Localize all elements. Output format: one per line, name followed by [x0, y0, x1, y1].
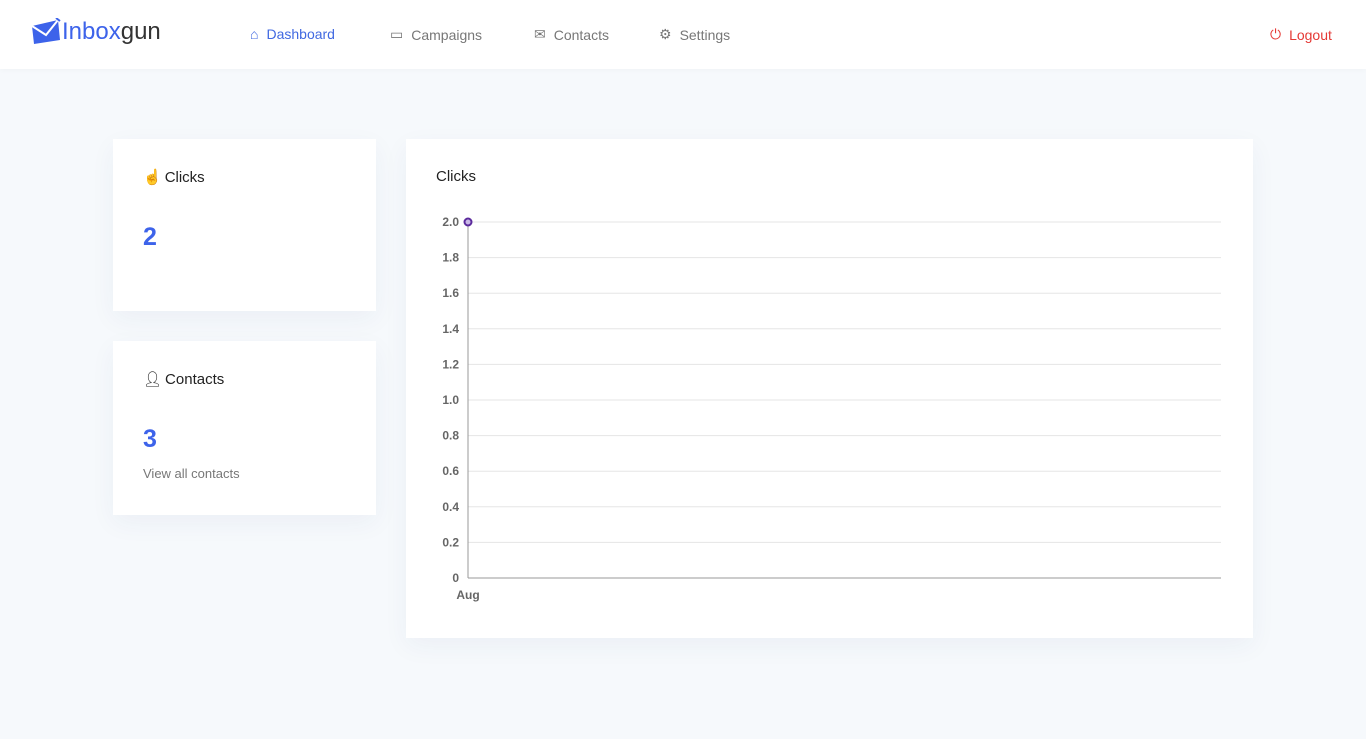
x-tick-label: Aug — [456, 588, 479, 602]
home-icon: ⌂ — [250, 26, 259, 42]
logo[interactable]: Inbox gun — [30, 18, 161, 46]
y-tick-label: 2.0 — [442, 215, 459, 229]
clicks-card-title: Clicks — [164, 168, 205, 186]
y-tick-label: 0.2 — [442, 535, 459, 549]
inbox-icon: ▭ — [390, 26, 404, 42]
contacts-card: 👤︎ Contacts 3 View all contacts — [113, 341, 376, 515]
power-icon: ⏻ — [1270, 26, 1282, 42]
y-tick-label: 1.0 — [442, 393, 459, 407]
clicks-chart: 0 0.2 0.4 0.6 0.8 1.0 1.2 1.4 1.6 1.8 2.0 Aug — [442, 215, 1221, 602]
clicks-chart-card: Clicks 0 0.2 0.4 0.6 0.8 1.0 1.2 1.4 1.6 1.8 2.0 Au… — [406, 139, 1253, 638]
y-tick-label: 1.8 — [442, 251, 459, 265]
envelope-icon: ✉ — [534, 26, 546, 42]
y-tick-label: 0 — [452, 571, 459, 585]
pointer-hand-icon: ☝ — [143, 169, 162, 186]
nav-dashboard-label: Dashboard — [266, 26, 335, 42]
logout-label: Logout — [1289, 26, 1332, 43]
envelope-logo-icon — [31, 18, 61, 44]
brand-part2: gun — [120, 18, 161, 45]
y-tick-label: 0.6 — [442, 464, 459, 478]
y-tick-label: 0.4 — [442, 500, 459, 514]
data-point — [463, 217, 473, 227]
navbar: Inbox gun ⌂ Dashboard ▭ Campaigns ✉ Contacts… — [0, 0, 1366, 69]
y-tick-label: 0.8 — [442, 429, 459, 443]
logout-button[interactable]: ⏻ Logout — [1270, 26, 1332, 43]
clicks-card: ☝ Clicks 2 — [113, 139, 376, 311]
nav-contacts[interactable]: ✉ Contacts — [534, 26, 609, 43]
clicks-count: 2 — [143, 223, 157, 251]
nav-campaigns-label: Campaigns — [411, 26, 483, 43]
gear-icon: ⚙ — [659, 26, 672, 42]
y-tick-label: 1.2 — [442, 357, 459, 371]
y-tick-label: 1.4 — [442, 322, 459, 336]
nav-campaigns[interactable]: ▭ Campaigns — [390, 26, 482, 43]
brand-part1: Inbox — [62, 18, 121, 45]
view-all-contacts-link[interactable]: View all contacts — [143, 466, 240, 481]
contacts-card-title: Contacts — [165, 370, 225, 388]
contacts-count: 3 — [143, 425, 157, 453]
user-icon: 👤︎ — [143, 371, 163, 388]
nav-settings-label: Settings — [679, 26, 731, 43]
nav-contacts-label: Contacts — [553, 26, 609, 43]
y-tick-label: 1.6 — [442, 286, 459, 300]
nav-dashboard[interactable]: ⌂ Dashboard — [250, 26, 335, 42]
nav-settings[interactable]: ⚙ Settings — [659, 26, 730, 43]
